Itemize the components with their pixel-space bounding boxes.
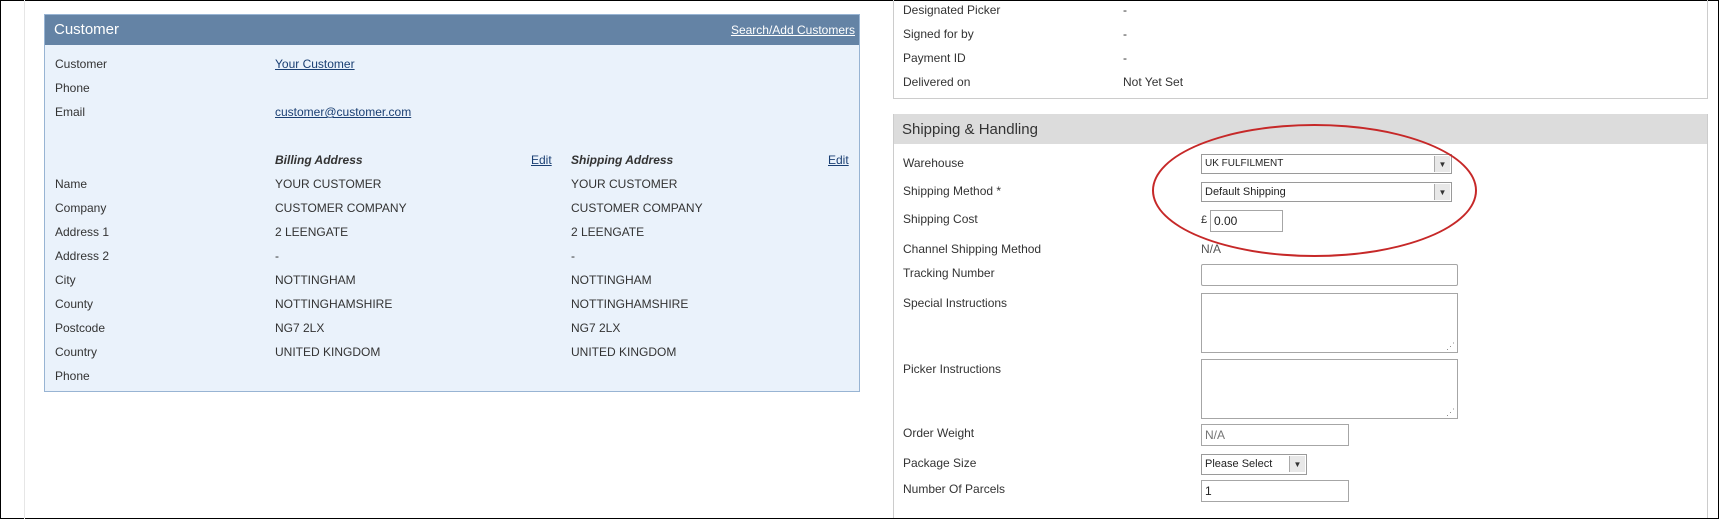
- billing-value: NOTTINGHAMSHIRE: [275, 297, 393, 311]
- channel-shipping-method-label: Channel Shipping Method: [903, 242, 1042, 256]
- address-row-label: Phone: [55, 369, 90, 383]
- shipping-method-label: Shipping Method *: [903, 184, 1002, 198]
- address-row-label: Company: [55, 201, 107, 215]
- billing-value: YOUR CUSTOMER: [275, 177, 382, 191]
- detail-value: -: [1123, 3, 1127, 17]
- shipping-value: CUSTOMER COMPANY: [571, 201, 703, 215]
- shipping-cost-input[interactable]: [1210, 210, 1283, 232]
- tracking-number-label: Tracking Number: [903, 266, 995, 280]
- number-of-parcels-label: Number Of Parcels: [903, 482, 1006, 496]
- warehouse-select[interactable]: UK FULFILMENT ▼: [1201, 154, 1452, 174]
- chevron-down-icon[interactable]: ▼: [1289, 456, 1305, 472]
- address-row-label: Address 2: [55, 249, 110, 263]
- picker-instructions-label: Picker Instructions: [903, 362, 1002, 376]
- detail-label: Delivered on: [903, 75, 971, 89]
- phone-label: Phone: [55, 81, 90, 95]
- address-row-label: Name: [55, 177, 88, 191]
- detail-value: Not Yet Set: [1123, 75, 1184, 89]
- shipping-value: -: [571, 249, 575, 263]
- special-instructions-label: Special Instructions: [903, 296, 1008, 310]
- shipping-value: 2 LEENGATE: [571, 225, 645, 239]
- customer-panel: Customer Search/Add Customers Customer Y…: [44, 14, 860, 392]
- shipping-method-selected-value: Default Shipping: [1205, 186, 1286, 198]
- billing-value: CUSTOMER COMPANY: [275, 201, 407, 215]
- resize-grip-icon[interactable]: ⋰: [1446, 342, 1455, 351]
- special-instructions-textarea[interactable]: ⋰: [1201, 293, 1458, 353]
- customer-panel-header: Customer Search/Add Customers: [45, 15, 859, 45]
- order-details-panel: Designated Picker - Signed for by - Paym…: [893, 0, 1708, 99]
- chevron-down-icon[interactable]: ▼: [1434, 156, 1450, 172]
- shipping-handling-panel: Shipping & Handling Warehouse UK FULFILM…: [893, 114, 1708, 518]
- currency-symbol: £: [1201, 214, 1208, 226]
- billing-address-heading: Billing Address: [275, 153, 363, 167]
- detail-label: Payment ID: [903, 51, 966, 65]
- warehouse-selected-value: UK FULFILMENT: [1205, 158, 1284, 169]
- shipping-value: NOTTINGHAMSHIRE: [571, 297, 689, 311]
- package-size-label: Package Size: [903, 456, 977, 470]
- shipping-cost-label: Shipping Cost: [903, 212, 978, 226]
- shipping-value: UNITED KINGDOM: [571, 345, 677, 359]
- chevron-down-icon[interactable]: ▼: [1434, 184, 1450, 200]
- shipping-value: YOUR CUSTOMER: [571, 177, 678, 191]
- order-weight-input[interactable]: [1201, 424, 1349, 446]
- shipping-handling-title: Shipping & Handling: [902, 121, 1038, 138]
- shipping-edit-link[interactable]: Edit: [828, 153, 849, 167]
- tracking-number-input[interactable]: [1201, 264, 1458, 286]
- address-row-label: Address 1: [55, 225, 110, 239]
- picker-instructions-textarea[interactable]: ⋰: [1201, 359, 1458, 419]
- page-gutter-line: [24, 0, 25, 519]
- address-row-label: Postcode: [55, 321, 106, 335]
- email-label: Email: [55, 105, 86, 119]
- customer-panel-title: Customer: [54, 21, 120, 38]
- package-size-select[interactable]: Please Select ▼: [1201, 454, 1307, 475]
- detail-label: Designated Picker: [903, 3, 1001, 17]
- address-row-label: County: [55, 297, 94, 311]
- shipping-value: NG7 2LX: [571, 321, 621, 335]
- detail-value: -: [1123, 27, 1127, 41]
- detail-label: Signed for by: [903, 27, 974, 41]
- resize-grip-icon[interactable]: ⋰: [1446, 408, 1455, 417]
- detail-value: -: [1123, 51, 1127, 65]
- customer-name-link[interactable]: Your Customer: [275, 57, 355, 71]
- shipping-method-select[interactable]: Default Shipping ▼: [1201, 182, 1452, 202]
- shipping-address-heading: Shipping Address: [571, 153, 674, 167]
- address-row-label: Country: [55, 345, 98, 359]
- billing-edit-link[interactable]: Edit: [531, 153, 552, 167]
- shipping-handling-header: Shipping & Handling: [894, 114, 1707, 144]
- search-add-customers-link[interactable]: Search/Add Customers: [731, 23, 855, 37]
- customer-label: Customer: [55, 57, 108, 71]
- number-of-parcels-input[interactable]: [1201, 480, 1349, 502]
- billing-value: -: [275, 249, 279, 263]
- address-row-label: City: [55, 273, 76, 287]
- customer-email-link[interactable]: customer@customer.com: [275, 105, 411, 119]
- shipping-value: NOTTINGHAM: [571, 273, 652, 287]
- billing-value: UNITED KINGDOM: [275, 345, 381, 359]
- order-weight-label: Order Weight: [903, 426, 975, 440]
- channel-shipping-method-value: N/A: [1201, 242, 1222, 256]
- warehouse-label: Warehouse: [903, 156, 964, 170]
- billing-value: NG7 2LX: [275, 321, 325, 335]
- billing-value: 2 LEENGATE: [275, 225, 349, 239]
- package-size-selected-value: Please Select: [1205, 458, 1273, 470]
- billing-value: NOTTINGHAM: [275, 273, 356, 287]
